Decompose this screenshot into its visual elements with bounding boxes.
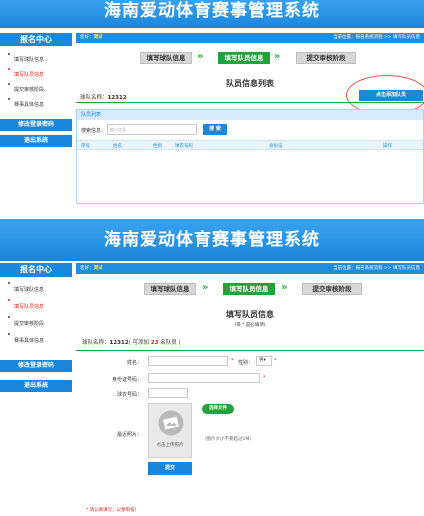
team-quota-line: 球队名称：12312( 可添加 23 名队员 ) [82, 340, 181, 346]
name-input[interactable] [148, 356, 228, 366]
required-mark: * [274, 358, 277, 364]
sidebar-item-submit-review[interactable]: 提交审核阶段 [0, 316, 72, 333]
sidebar-item-team-info[interactable]: 填写球队信息 [0, 282, 72, 299]
site-banner: 海南爱动体育赛事管理系统 [0, 0, 424, 28]
name-label: 姓名： [126, 360, 142, 366]
logout-button[interactable]: 退出系统 [0, 380, 72, 392]
gender-label: 性别： [238, 360, 254, 366]
breadcrumb: 当前位置：报名系统流程 >> 填写队员信息 [333, 35, 420, 40]
breadcrumb: 当前位置：报名系统流程 >> 填写队员信息 [333, 266, 420, 271]
sidebar-item-event-details[interactable]: 赛事具体信息 [0, 98, 72, 113]
step-player-info: 填写队员信息 [218, 52, 270, 64]
site-banner: 海南爱动体育赛事管理系统 [0, 219, 424, 261]
photo-upload-box[interactable]: 点击上传照片 [148, 403, 192, 458]
step-team-info: 填写球队信息 [140, 52, 192, 64]
sidebar-header: 报名中心 [0, 263, 72, 277]
column-header: 姓名 [113, 144, 122, 149]
page-title: 填写队员信息 [226, 310, 274, 319]
team-name-value: 12312 [109, 340, 129, 346]
search-input[interactable]: 输入信息 [107, 124, 197, 135]
photo-label: 最近照片： [116, 432, 142, 438]
choose-file-button[interactable]: 选择文件 [202, 404, 234, 414]
team-name-value: 12312 [107, 95, 127, 101]
logout-button[interactable]: 退出系统 [0, 135, 72, 147]
sidebar-header: 报名中心 [0, 33, 72, 46]
required-mark: * [263, 375, 266, 381]
team-name-label: 球队名称：12312 [80, 95, 127, 101]
jersey-number-input[interactable] [148, 388, 188, 398]
sidebar: 报名中心 填写球队信息 填写队员信息 提交审核阶段 赛事具体信息 修改登录密码 … [0, 33, 72, 204]
jersey-number-label: 球衣号码： [116, 392, 142, 398]
sidebar: 报名中心 填写球队信息 填写队员信息 提交审核阶段 赛事具体信息 修改登录密码 … [0, 263, 72, 516]
submit-button[interactable]: 提交 [148, 462, 192, 475]
sidebar-item-player-info[interactable]: 填写队员信息 [0, 299, 72, 316]
required-hint: (带 * 是必填项) [234, 323, 266, 328]
username: 测试 [93, 35, 103, 40]
sidebar-item-player-info[interactable]: 填写队员信息 [0, 68, 72, 83]
step-player-info: 填写队员信息 [223, 283, 275, 295]
player-list-panel: 队员列表 搜索信息： 输入信息 搜 索 序号 姓名 性别 球衣号码 身份证 操作 [76, 109, 424, 204]
step-arrow-icon: » [202, 282, 209, 293]
sidebar-item-submit-review[interactable]: 提交审核阶段 [0, 83, 72, 98]
form-page-screenshot: 海南爱动体育赛事管理系统 报名中心 填写球队信息 填写队员信息 提交审核阶段 赛… [0, 219, 424, 516]
id-number-input[interactable] [148, 373, 260, 383]
id-number-label: 身份证号码： [111, 377, 142, 383]
divider [76, 350, 424, 351]
search-label: 搜索信息： [81, 128, 107, 134]
welcome-text: 您好：测试 [80, 266, 103, 271]
change-password-button[interactable]: 修改登录密码 [0, 119, 72, 131]
top-bar: 您好：测试 当前位置：报名系统流程 >> 填写队员信息 [76, 263, 424, 274]
top-bar: 您好：测试 当前位置：报名系统流程 >> 填写队员信息 [76, 33, 424, 43]
main-content: 您好：测试 当前位置：报名系统流程 >> 填写队员信息 填写球队信息 » 填写队… [76, 33, 424, 204]
change-password-button[interactable]: 修改登录密码 [0, 360, 72, 372]
welcome-text: 您好：测试 [80, 35, 103, 40]
image-placeholder-icon [158, 410, 184, 436]
screenshot-gap [0, 204, 424, 219]
column-header: 球衣号码 [175, 144, 193, 149]
step-team-info: 填写球队信息 [144, 283, 196, 295]
required-mark: * [231, 358, 234, 364]
column-header: 操作 [383, 144, 392, 149]
list-page-screenshot: 海南爱动体育赛事管理系统 报名中心 填写球队信息 填写队员信息 提交审核阶段 赛… [0, 0, 424, 204]
sidebar-item-event-details[interactable]: 赛事具体信息 [0, 333, 72, 350]
step-submit-review: 提交审核阶段 [296, 52, 356, 64]
divider [76, 102, 424, 103]
step-arrow-icon: » [274, 51, 281, 62]
file-size-note: （图片大小不要超过1M） [202, 437, 254, 442]
main-content: 您好：测试 当前位置：报名系统流程 >> 填写队员信息 填写球队信息 » 填写队… [76, 263, 424, 516]
column-header: 身份证 [269, 144, 283, 149]
step-arrow-icon: » [197, 51, 204, 62]
sidebar-item-team-info[interactable]: 填写球队信息 [0, 53, 72, 68]
gender-select[interactable]: 男▾ [256, 356, 272, 366]
table-header-row: 序号 姓名 性别 球衣号码 身份证 操作 [77, 140, 423, 150]
step-arrow-icon: » [281, 282, 288, 293]
column-header: 序号 [81, 144, 90, 149]
step-submit-review: 提交审核阶段 [302, 283, 362, 295]
chevron-down-icon: ▾ [263, 358, 266, 363]
upload-hint: 点击上传照片 [156, 443, 184, 448]
search-button[interactable]: 搜 索 [203, 124, 227, 135]
footer-note: * 请认真填写，以便审核！ [86, 508, 140, 513]
username: 测试 [93, 266, 103, 271]
panel-header: 队员列表 [77, 110, 423, 120]
column-header: 性别 [153, 144, 162, 149]
